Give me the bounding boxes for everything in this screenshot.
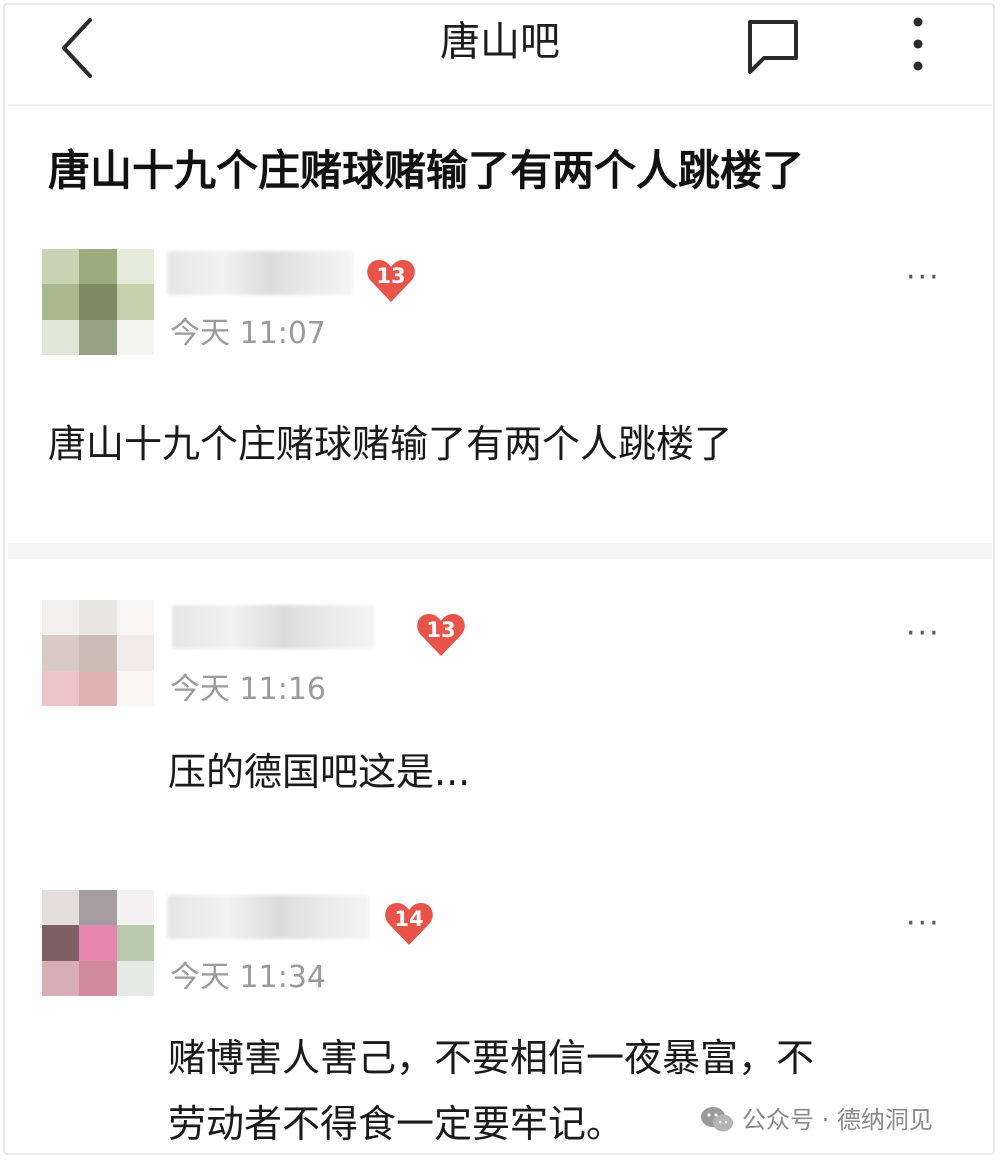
avatar[interactable] — [42, 249, 154, 355]
avatar[interactable] — [42, 890, 154, 996]
more-vertical-icon — [913, 17, 923, 71]
watermark: 公众号 · 德纳洞见 — [700, 1100, 933, 1140]
post-content: 唐山十九个庄赌球赌输了有两个人跳楼了 — [48, 422, 733, 466]
post-content-line: 劳动者不得食一定要牢记。 — [168, 1102, 625, 1146]
chat-bubble-icon — [748, 20, 798, 74]
more-options-button[interactable] — [898, 12, 938, 76]
page-title-row: 唐山吧 — [0, 14, 1000, 70]
message-button[interactable] — [742, 14, 804, 76]
post-content: 压的德国吧这是... — [168, 750, 471, 794]
topbar-divider — [8, 104, 992, 106]
post-more-button[interactable]: ··· — [906, 909, 946, 939]
post-content-line: 赌博害人害己，不要相信一夜暴富，不 — [168, 1036, 815, 1080]
username-blurred[interactable] — [167, 895, 369, 939]
post-more-button[interactable]: ··· — [906, 619, 946, 649]
wechat-icon — [701, 1107, 733, 1132]
level-number: 13 — [426, 618, 456, 642]
back-button[interactable] — [50, 14, 110, 78]
avatar[interactable] — [42, 600, 154, 706]
username-blurred[interactable] — [167, 251, 353, 295]
post-timestamp: 今天 11:34 — [170, 960, 326, 995]
page-title: 唐山吧 — [440, 19, 560, 65]
level-number: 14 — [394, 907, 424, 931]
watermark-text: 公众号 · 德纳洞见 — [742, 1106, 933, 1134]
level-badge: 14 — [384, 901, 434, 947]
post-more-button[interactable]: ··· — [906, 263, 946, 293]
thread-headline: 唐山十九个庄赌球赌输了有两个人跳楼了 — [48, 146, 805, 195]
username-blurred[interactable] — [172, 605, 375, 649]
post-timestamp: 今天 11:16 — [170, 672, 326, 707]
level-badge: 13 — [416, 612, 466, 658]
section-separator — [8, 543, 992, 559]
top-navigation-bar: 唐山吧 — [0, 0, 1000, 100]
level-number: 13 — [376, 264, 406, 288]
level-badge: 13 — [366, 258, 416, 304]
chevron-left-icon — [62, 18, 92, 78]
post-timestamp: 今天 11:07 — [170, 316, 326, 351]
